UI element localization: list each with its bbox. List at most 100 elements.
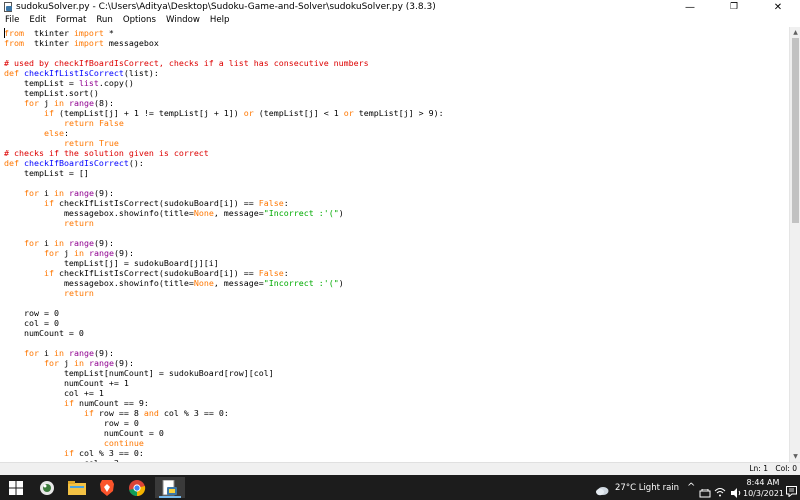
code-line: numCount = 0 — [4, 428, 444, 438]
idle-python-icon[interactable] — [155, 477, 185, 498]
code-line: return False — [4, 118, 444, 128]
scroll-down-arrow-icon[interactable]: ▼ — [790, 451, 800, 462]
code-token: return — [63, 288, 94, 298]
clock-time[interactable]: 8:44 AM — [743, 478, 783, 487]
scroll-up-arrow-icon[interactable]: ▲ — [790, 27, 800, 38]
code-token: : — [283, 268, 289, 278]
code-token: return — [63, 118, 94, 128]
code-line: messagebox.showinfo(title=None, message=… — [4, 208, 444, 218]
task-view-icon[interactable] — [32, 477, 62, 498]
code-line: for j in range(8): — [4, 98, 444, 108]
code-line: else: — [4, 128, 444, 138]
windows-start-icon[interactable] — [0, 477, 32, 498]
chrome-icon[interactable] — [122, 477, 152, 498]
scroll-thumb[interactable] — [792, 38, 799, 223]
maximize-button[interactable]: ❐ — [712, 0, 756, 14]
clock-date[interactable]: 10/3/2021 — [743, 489, 784, 498]
code-line: for i in range(9): — [4, 348, 444, 358]
code-token: in — [73, 248, 84, 258]
notification-center-icon[interactable] — [786, 482, 797, 500]
code-token: numCount = 0 — [4, 428, 164, 438]
code-token: tempList = [] — [4, 168, 89, 178]
code-token: row = 0 — [4, 418, 139, 428]
code-token: tempList.sort() — [4, 88, 99, 98]
code-token: checkIfBoardIsCorrect — [24, 158, 129, 168]
code-token: False — [258, 268, 284, 278]
code-token: or — [243, 108, 254, 118]
code-token: col % 3 == 0: — [158, 408, 229, 418]
code-line: numCount += 1 — [4, 378, 444, 388]
code-token: j — [58, 358, 74, 368]
menu-format[interactable]: Format — [51, 14, 91, 27]
code-token: : — [283, 198, 289, 208]
code-token: "Incorrect :'(" — [263, 278, 339, 288]
close-button[interactable]: ✕ — [756, 0, 800, 14]
code-token: import — [73, 38, 104, 48]
taskbar: 27°C Light rain ^ 8:44 AM 10/3/2021 — [0, 475, 800, 500]
code-token: ) — [338, 278, 344, 288]
menu-edit[interactable]: Edit — [24, 14, 51, 27]
minimize-button[interactable]: — — [668, 0, 712, 14]
chevron-up-icon[interactable]: ^ — [687, 482, 695, 493]
brave-browser-icon[interactable] — [92, 477, 122, 498]
python-file-icon — [3, 2, 13, 12]
menu-run[interactable]: Run — [91, 14, 117, 27]
code-line: return True — [4, 138, 444, 148]
code-token: (tempList[j] < 1 — [253, 108, 344, 118]
code-line: continue — [4, 438, 444, 448]
code-line: if (tempList[j] + 1 != tempList[j + 1]) … — [4, 108, 444, 118]
code-token: from — [4, 38, 24, 48]
code-token: and — [143, 408, 159, 418]
code-line: col += 1 — [4, 388, 444, 398]
code-line: for j in range(9): — [4, 358, 444, 368]
code-token: for — [23, 98, 39, 108]
menu-help[interactable]: Help — [205, 14, 235, 27]
menu-file[interactable]: File — [0, 14, 24, 27]
text-cursor — [4, 28, 5, 38]
file-explorer-icon[interactable] — [62, 477, 92, 498]
code-text: from tkinter import * from tkinter import… — [4, 28, 444, 462]
wifi-icon[interactable] — [714, 482, 726, 500]
code-token: if — [43, 268, 54, 278]
code-token: col = 0 — [4, 318, 59, 328]
code-token: (tempList[j] + 1 != tempList[j + 1]) — [53, 108, 244, 118]
code-token: # used by checkIfBoardIsCorrect, checks … — [4, 58, 369, 68]
onedrive-cloud-icon[interactable] — [699, 483, 711, 500]
vertical-scrollbar[interactable]: ▲ ▼ — [789, 27, 800, 462]
code-token: if — [63, 398, 74, 408]
menu-window[interactable]: Window — [161, 14, 205, 27]
volume-icon[interactable] — [730, 483, 742, 500]
code-editor[interactable]: from tkinter import * from tkinter import… — [0, 27, 789, 462]
code-token: if — [43, 108, 54, 118]
menu-bar: File Edit Format Run Options Window Help — [0, 14, 800, 27]
code-line: tempList = list.copy() — [4, 78, 444, 88]
code-token: in — [53, 188, 64, 198]
code-line: row = 0 — [4, 308, 444, 318]
code-token: range — [68, 98, 94, 108]
code-line: def checkIfListIsCorrect(list): — [4, 68, 444, 78]
weather-icon[interactable] — [595, 481, 609, 500]
code-token: in — [53, 348, 64, 358]
code-token: i — [38, 238, 54, 248]
code-token: False — [258, 198, 284, 208]
code-line: if numCount == 9: — [4, 398, 444, 408]
code-line: tempList.sort() — [4, 88, 444, 98]
code-token: (9): — [93, 348, 114, 358]
code-token: * — [108, 28, 114, 38]
weather-text[interactable]: 27°C Light rain — [615, 483, 679, 493]
code-line: from tkinter import * — [4, 28, 444, 38]
menu-options[interactable]: Options — [118, 14, 161, 27]
